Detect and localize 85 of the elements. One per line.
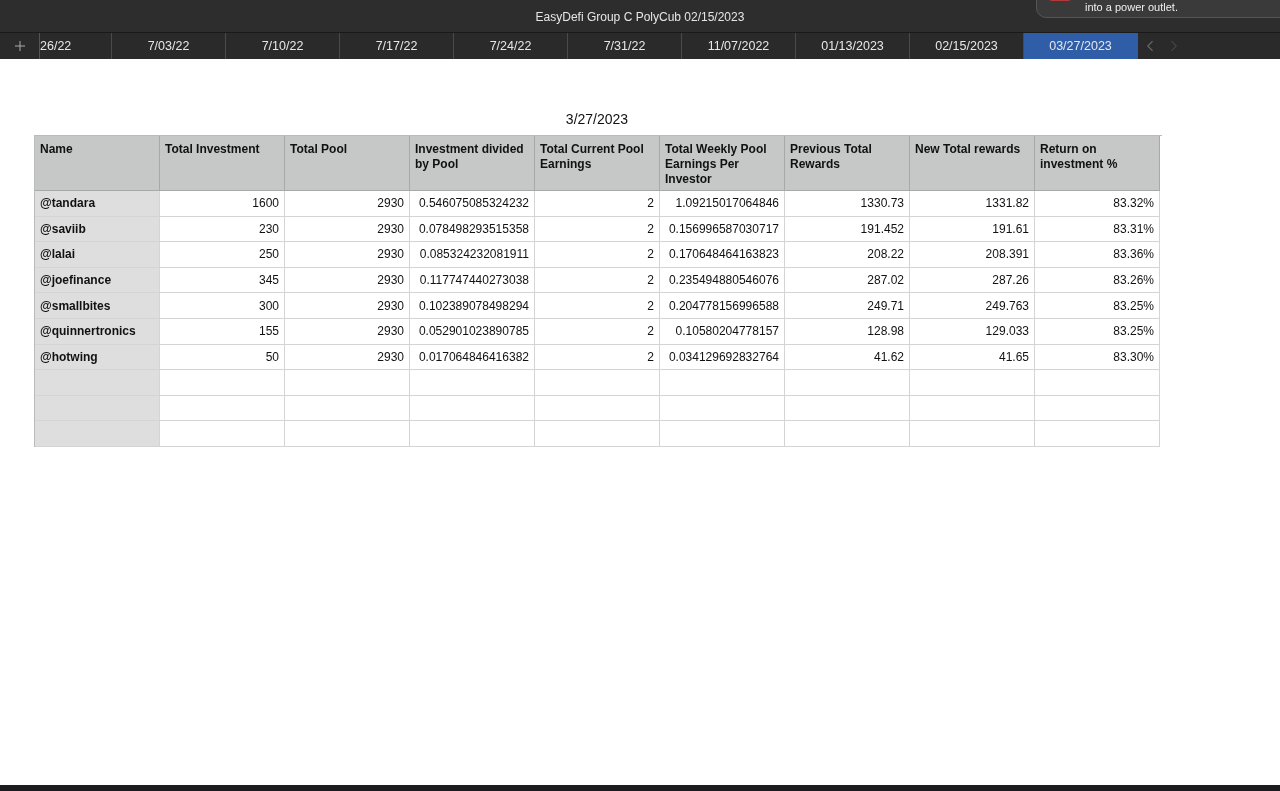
column-header: Total Pool	[285, 136, 410, 191]
table-cell: 0.117747440273038	[410, 267, 535, 294]
table-cell: 2930	[285, 293, 410, 319]
row-header-cell: @joefinance	[35, 267, 160, 294]
notification-banner[interactable]: into a power outlet.	[1036, 0, 1280, 18]
column-header: Total Investment	[160, 136, 285, 191]
table-cell: 50	[160, 344, 285, 371]
column-header: Previous Total Rewards	[785, 136, 910, 191]
table-cell: 2	[535, 318, 660, 345]
table-cell: 0.204778156996588	[660, 293, 785, 319]
row-header-cell: @lalai	[35, 242, 160, 268]
table-cell: 0.085324232081911	[410, 242, 535, 268]
table-cell: 83.36%	[1035, 242, 1160, 268]
row-header-cell: @quinnertronics	[35, 318, 160, 345]
table-cell: 0.156996587030717	[660, 216, 785, 243]
table-cell: 2	[535, 293, 660, 319]
table-cell: 2930	[285, 318, 410, 345]
table-cell: 0.034129692832764	[660, 344, 785, 371]
table-cell: 83.26%	[1035, 267, 1160, 294]
table-cell: 41.65	[910, 344, 1035, 371]
table-cell: 2	[535, 242, 660, 268]
notification-text: into a power outlet.	[1085, 1, 1178, 13]
table-cell: 0.017064846416382	[410, 344, 535, 371]
table-cell: 250	[160, 242, 285, 268]
table-cell: 0.052901023890785	[410, 318, 535, 345]
table-cell: 83.25%	[1035, 318, 1160, 345]
table-cell: 191.61	[910, 216, 1035, 243]
table-cell: 2930	[285, 191, 410, 217]
sheet-tab[interactable]: 11/07/2022	[682, 33, 796, 59]
sheet-tab[interactable]: 7/17/22	[340, 33, 454, 59]
sheet-tab[interactable]: 7/10/22	[226, 33, 340, 59]
row-header-cell: @hotwing	[35, 344, 160, 371]
column-header: Name	[35, 136, 160, 191]
window-title: EasyDefi Group C PolyCub 02/15/2023	[535, 10, 745, 24]
sheet-title: 3/27/2023	[564, 111, 630, 127]
table-cell: 83.32%	[1035, 191, 1160, 217]
table-cell: 287.02	[785, 267, 910, 294]
sheet-tab[interactable]: 7/24/22	[454, 33, 568, 59]
table-cell: 0.170648464163823	[660, 242, 785, 268]
table-cell: 1331.82	[910, 191, 1035, 217]
row-header-cell: @tandara	[35, 191, 160, 217]
table-cell: 2930	[285, 267, 410, 294]
table-cell: 1.09215017064846	[660, 191, 785, 217]
table-cell: 2	[535, 267, 660, 294]
table-cell: 208.391	[910, 242, 1035, 268]
table-cell: 128.98	[785, 318, 910, 345]
table-cell: 2930	[285, 242, 410, 268]
table-cell: 2	[535, 344, 660, 371]
table-cell: 129.033	[910, 318, 1035, 345]
table-cell: 83.31%	[1035, 216, 1160, 243]
table-cell: 2930	[285, 344, 410, 371]
table-cell: 191.452	[785, 216, 910, 243]
table-cell: 0.078498293515358	[410, 216, 535, 243]
row-header-cell: @saviib	[35, 216, 160, 243]
table-cell: 83.30%	[1035, 344, 1160, 371]
column-header: Total Weekly Pool Earnings Per Investor	[660, 136, 785, 191]
table-cell: 1330.73	[785, 191, 910, 217]
table-cell: 287.26	[910, 267, 1035, 294]
column-header: Total Current Pool Earnings	[535, 136, 660, 191]
table-cell: 249.763	[910, 293, 1035, 319]
column-header: New Total rewards	[910, 136, 1035, 191]
table-cell: 345	[160, 267, 285, 294]
sheet-tab[interactable]: 7/03/22	[112, 33, 226, 59]
column-header: Return on investment %	[1035, 136, 1160, 191]
table-cell: 83.25%	[1035, 293, 1160, 319]
table-cell: 2	[535, 191, 660, 217]
table-cell: 300	[160, 293, 285, 319]
table-cell: 41.62	[785, 344, 910, 371]
sheet-tab[interactable]: 26/22	[40, 33, 112, 59]
sheet-tab[interactable]: 7/31/22	[568, 33, 682, 59]
table-cell: 208.22	[785, 242, 910, 268]
table-cell: 0.10580204778157	[660, 318, 785, 345]
sheet-tab[interactable]: 03/27/2023	[1024, 33, 1138, 59]
column-header: Investment divided by Pool	[410, 136, 535, 191]
table-cell: 2	[535, 216, 660, 243]
table-cell: 155	[160, 318, 285, 345]
table-cell: 249.71	[785, 293, 910, 319]
table-cell: 230	[160, 216, 285, 243]
table-cell: 2930	[285, 216, 410, 243]
table-cell: 0.235494880546076	[660, 267, 785, 294]
table-cell: 0.102389078498294	[410, 293, 535, 319]
sheet-tab[interactable]: 01/13/2023	[796, 33, 910, 59]
table-cell: 0.546075085324232	[410, 191, 535, 217]
table-cell: 1600	[160, 191, 285, 217]
row-header-cell: @smallbites	[35, 293, 160, 319]
